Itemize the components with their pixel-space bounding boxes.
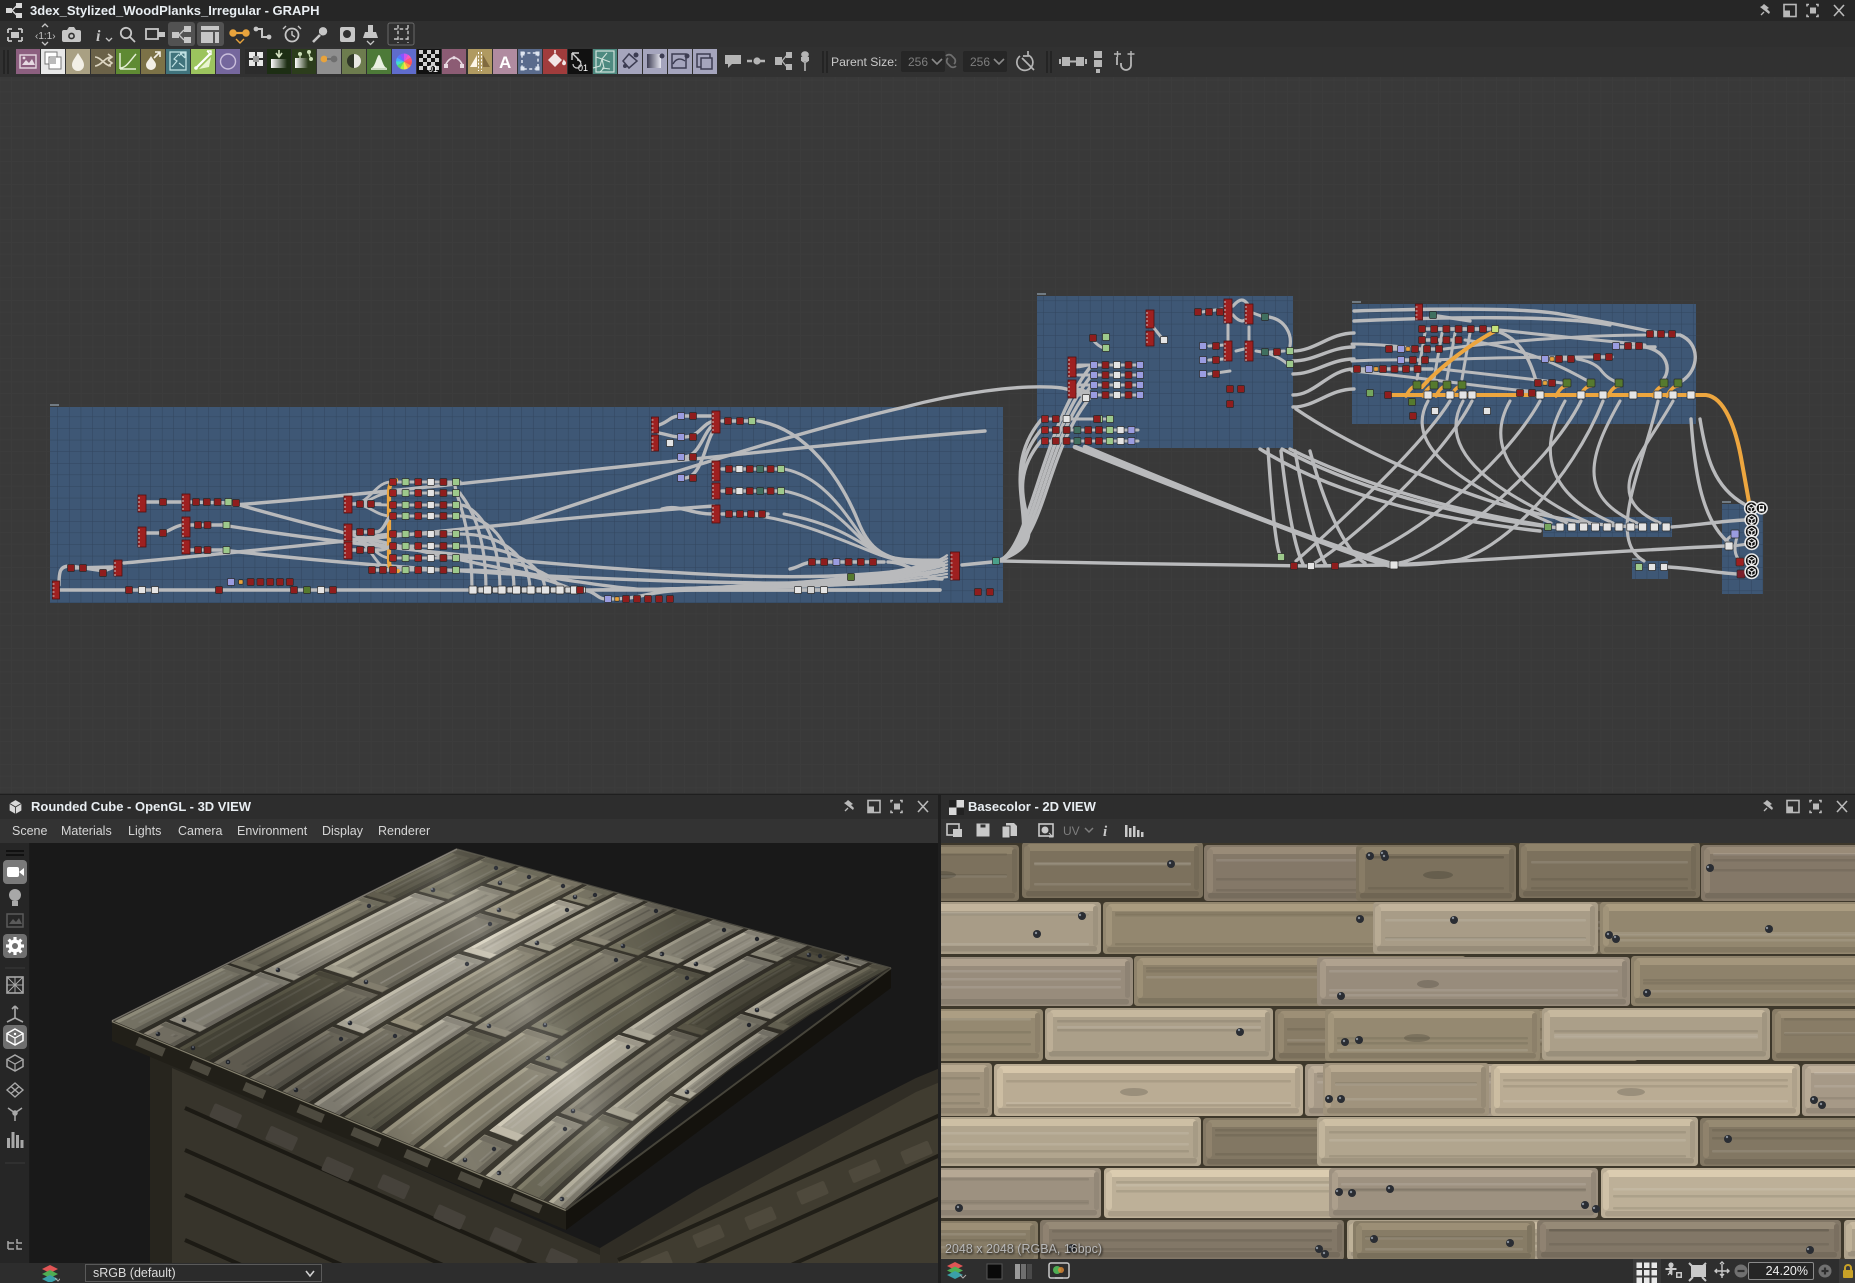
svg-text:A: A	[499, 53, 511, 72]
svg-text:Parent Size:: Parent Size:	[831, 55, 897, 69]
svg-text:i: i	[96, 28, 101, 45]
svg-text:01: 01	[578, 63, 588, 73]
svg-text:‹1:1›: ‹1:1›	[35, 31, 56, 42]
svg-text:01: 01	[428, 64, 438, 74]
svg-text:i: i	[1103, 824, 1108, 840]
svg-text:256: 256	[970, 55, 990, 69]
svg-text:256: 256	[908, 55, 928, 69]
svg-text:UV: UV	[1063, 824, 1080, 838]
